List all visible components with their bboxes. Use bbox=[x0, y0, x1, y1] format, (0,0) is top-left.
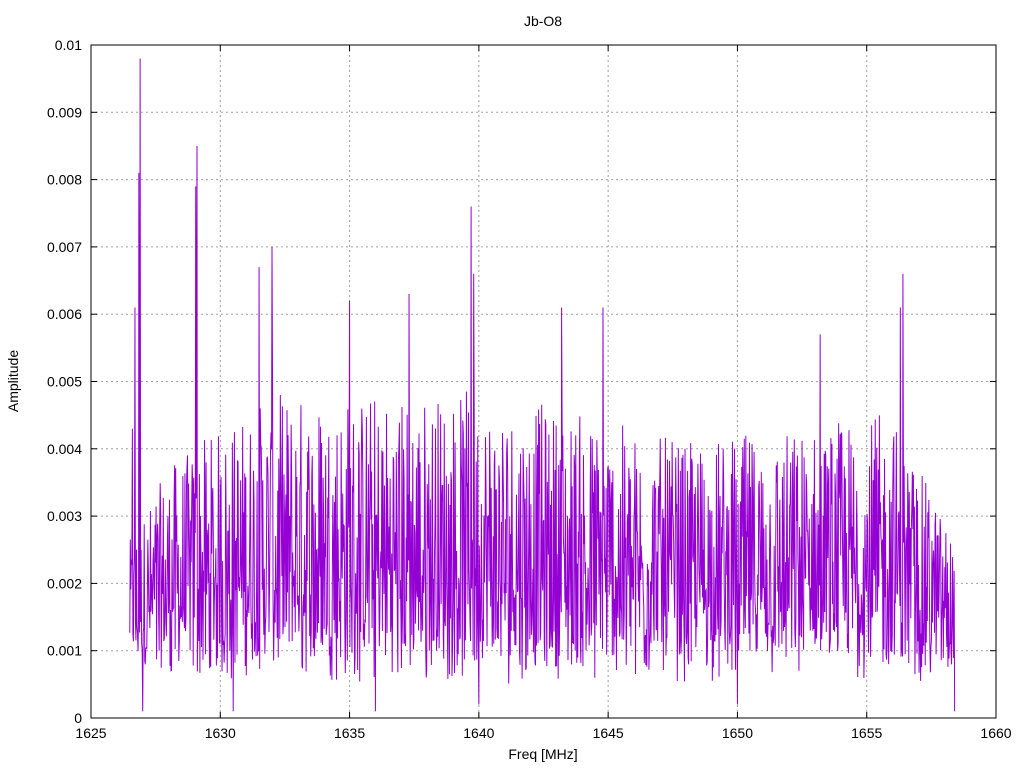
y-axis-title: Amplitude bbox=[5, 350, 21, 412]
x-tick-label: 1635 bbox=[334, 725, 365, 741]
chart-title: Jb-O8 bbox=[524, 13, 562, 29]
x-tick-label: 1655 bbox=[851, 725, 882, 741]
y-tick-label: 0.001 bbox=[47, 643, 82, 659]
y-tick-label: 0 bbox=[74, 710, 82, 726]
line-chart: 1625 1630 1635 1640 1645 1650 1655 1660 0 0.001 0.… bbox=[5, 13, 1012, 762]
x-tick-label: 1660 bbox=[980, 725, 1011, 741]
y-tick-label: 0.005 bbox=[47, 374, 82, 390]
y-tick-label: 0.006 bbox=[47, 306, 82, 322]
chart-container: 1625 1630 1635 1640 1645 1650 1655 1660 0 0.001 0.… bbox=[0, 0, 1024, 768]
y-tick-label: 0.002 bbox=[47, 575, 82, 591]
series-layer bbox=[129, 58, 956, 712]
y-tick-label: 0.007 bbox=[47, 239, 82, 255]
y-tick-label: 0.009 bbox=[47, 104, 82, 120]
x-axis-title: Freq [MHz] bbox=[508, 746, 577, 762]
y-tick-label: 0.004 bbox=[47, 441, 82, 457]
y-tick-label: 0.01 bbox=[55, 37, 82, 53]
y-tick-label: 0.003 bbox=[47, 508, 82, 524]
x-tick-label: 1645 bbox=[593, 725, 624, 741]
series-line bbox=[129, 58, 956, 712]
y-tick-label: 0.008 bbox=[47, 172, 82, 188]
x-tick-label: 1640 bbox=[463, 725, 494, 741]
x-tick-label: 1625 bbox=[75, 725, 106, 741]
x-tick-label: 1630 bbox=[205, 725, 236, 741]
x-tick-label: 1650 bbox=[722, 725, 753, 741]
